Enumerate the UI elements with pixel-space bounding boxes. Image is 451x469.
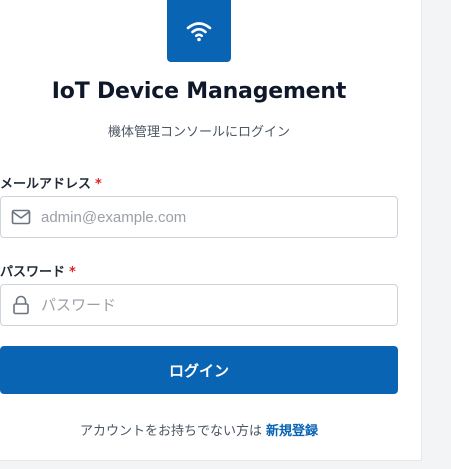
password-label-text: パスワード <box>0 265 66 280</box>
email-field-container[interactable] <box>0 196 398 238</box>
mail-icon <box>1 209 41 225</box>
signup-prompt-text: アカウントをお持ちでない方は <box>79 424 262 439</box>
password-input[interactable] <box>41 285 397 325</box>
required-mark: * <box>69 265 76 280</box>
password-field-container[interactable] <box>0 284 398 326</box>
email-label-text: メールアドレス <box>0 177 92 192</box>
signup-link[interactable]: 新規登録 <box>266 424 318 439</box>
page-subtitle: 機体管理コンソールにログイン <box>107 125 290 140</box>
wifi-icon <box>186 22 212 42</box>
password-label: パスワード * <box>0 261 76 280</box>
email-input[interactable] <box>41 197 397 237</box>
lock-icon <box>1 295 41 315</box>
required-mark: * <box>95 177 102 192</box>
app-logo <box>167 0 231 62</box>
login-card: IoT Device Management 機体管理コンソールにログイン メール… <box>0 0 422 461</box>
signup-prompt: アカウントをお持ちでない方は 新規登録 <box>0 420 398 439</box>
email-label: メールアドレス * <box>0 173 102 192</box>
login-button[interactable]: ログイン <box>0 346 398 394</box>
page-title: IoT Device Management <box>51 79 347 104</box>
